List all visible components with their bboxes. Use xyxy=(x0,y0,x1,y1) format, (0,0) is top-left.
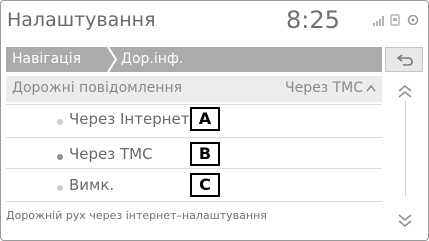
radio-dot xyxy=(57,185,63,191)
clock: 8:25 xyxy=(286,6,340,34)
signal-icon xyxy=(373,16,384,26)
status-icons xyxy=(373,14,425,28)
page-title: Налаштування xyxy=(7,9,156,31)
setting-title: Дорожні повідомлення xyxy=(12,80,183,96)
traffic-messages-setting[interactable]: Дорожні повідомлення Через ТМС xyxy=(6,76,382,102)
option-via-tmc[interactable]: Через ТМС B xyxy=(6,141,382,169)
scroll-down-icon[interactable] xyxy=(394,211,416,229)
option-label: Через Інтернет xyxy=(69,110,190,128)
radio-dot xyxy=(57,119,63,125)
top-bar: Налаштування 8:25 xyxy=(1,1,428,39)
radio-dot-selected xyxy=(57,154,63,160)
callout-label: A xyxy=(190,107,220,131)
option-label: Через ТМС xyxy=(69,145,153,163)
internet-traffic-settings-link[interactable]: Дорожній рух через інтернет–налаштування xyxy=(6,209,267,222)
option-label: Вимк. xyxy=(69,176,115,194)
phone-icon xyxy=(390,14,400,26)
divider xyxy=(6,137,382,138)
divider xyxy=(6,201,382,202)
battery-icon xyxy=(407,14,419,26)
callout-label: B xyxy=(190,142,220,166)
settings-screen: Налаштування 8:25 Навігація Дор.інф. Дор… xyxy=(0,0,429,241)
scroll-up-icon[interactable] xyxy=(394,83,416,101)
back-arrow-icon xyxy=(397,54,413,66)
breadcrumb: Навігація Дор.інф. xyxy=(6,47,382,72)
option-via-internet[interactable]: Через Інтернет A xyxy=(6,106,382,134)
divider xyxy=(6,168,382,169)
breadcrumb-item-traffic-info[interactable]: Дор.інф. xyxy=(121,47,183,72)
divider xyxy=(6,104,382,105)
callout-label: C xyxy=(190,173,220,197)
chevron-up-icon xyxy=(366,84,376,92)
back-button[interactable] xyxy=(385,47,423,72)
scrollbar-track[interactable] xyxy=(405,101,406,196)
option-off[interactable]: Вимк. C xyxy=(6,172,382,200)
breadcrumb-item-navigation[interactable]: Навігація xyxy=(12,47,81,72)
breadcrumb-separator-icon xyxy=(107,47,117,72)
setting-current-value: Через ТМС xyxy=(285,80,364,96)
